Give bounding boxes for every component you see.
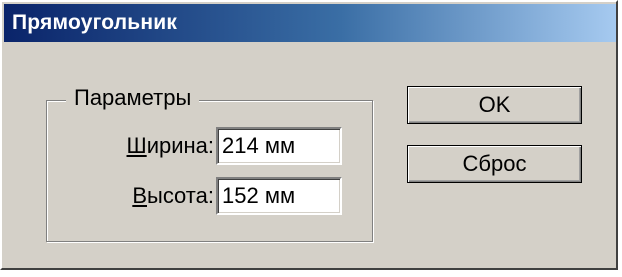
width-label: Ширина:	[88, 131, 214, 161]
parameters-groupbox	[46, 100, 373, 242]
width-label-rest: ирина:	[146, 133, 214, 158]
height-label-mnemonic: В	[132, 183, 147, 208]
parameters-group-label: Параметры	[66, 83, 200, 113]
dialog-title: Прямоугольник	[12, 11, 178, 34]
rectangle-dialog: Прямоугольник Параметры Ширина: 214 мм В…	[0, 0, 618, 270]
height-label: Высота:	[88, 181, 214, 211]
width-label-mnemonic: Ш	[126, 133, 147, 158]
height-input[interactable]: 152 мм	[216, 177, 342, 215]
ok-button[interactable]: OK	[407, 86, 582, 124]
reset-button[interactable]: Сброс	[407, 145, 582, 183]
height-label-rest: ысота:	[147, 183, 214, 208]
width-input[interactable]: 214 мм	[216, 127, 342, 165]
title-bar[interactable]: Прямоугольник	[4, 4, 616, 42]
